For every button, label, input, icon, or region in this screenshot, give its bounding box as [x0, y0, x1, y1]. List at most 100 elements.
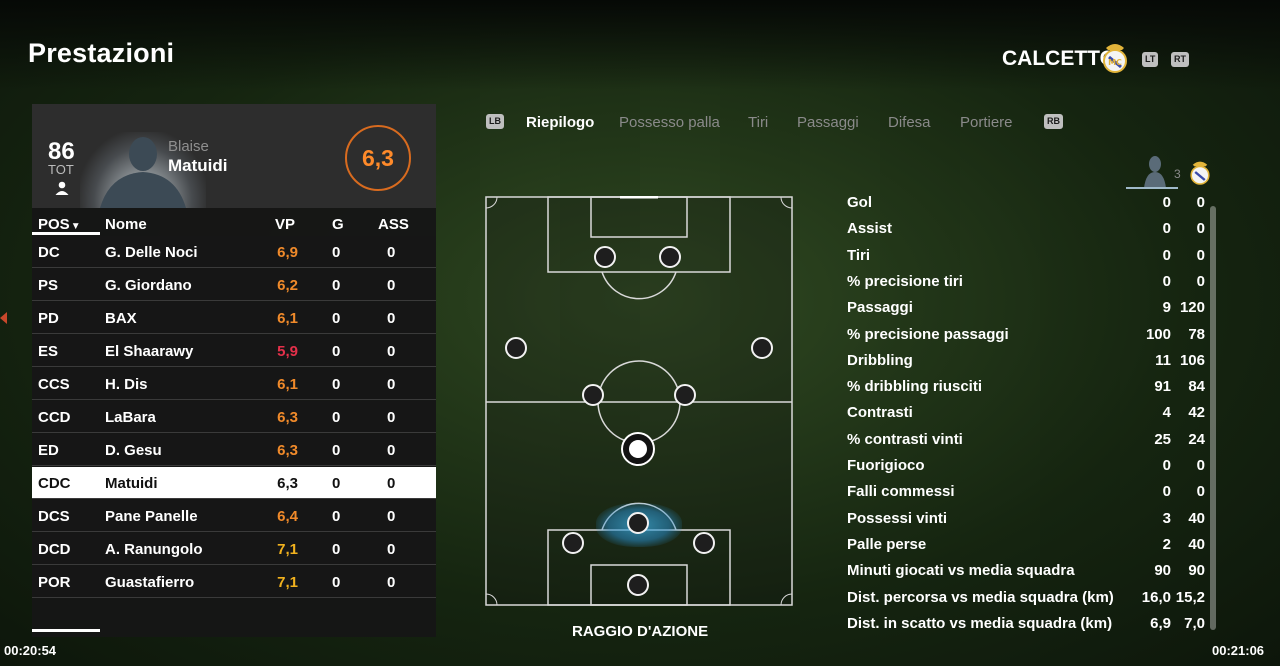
- row-assists: 0: [387, 409, 396, 426]
- stat-team-value: 0: [1196, 194, 1205, 211]
- table-row[interactable]: DC G. Delle Noci 6,9 0 0: [32, 236, 436, 268]
- table-row[interactable]: ES El Shaarawy 5,9 0 0: [32, 335, 436, 367]
- tab-difesa[interactable]: Difesa: [888, 114, 931, 131]
- team-header: CALCETTO MC LT RT: [980, 38, 1280, 82]
- player-dot: [751, 337, 773, 359]
- stat-label: Tiri: [847, 246, 871, 264]
- stat-team-value: 120: [1179, 299, 1205, 317]
- lt-button-icon[interactable]: LT: [1142, 52, 1159, 67]
- row-position: ED: [38, 442, 59, 459]
- table-row[interactable]: CCD LaBara 6,3 0 0: [32, 401, 436, 433]
- tab-riepilogo[interactable]: Riepilogo: [526, 114, 594, 131]
- stat-label: Minuti giocati vs media squadra: [847, 562, 1075, 580]
- row-player-name: G. Delle Noci: [105, 244, 198, 261]
- row-assists: 0: [387, 574, 396, 591]
- stat-player-value: 0: [1162, 483, 1171, 501]
- row-position: CCD: [38, 409, 71, 426]
- player-dot: [627, 512, 649, 534]
- table-row[interactable]: PD BAX 6,1 0 0: [32, 302, 436, 334]
- stat-row: % precisione tiri 0 0: [847, 267, 1209, 293]
- row-goals: 0: [332, 541, 341, 558]
- table-row[interactable]: DCS Pane Panelle 6,4 0 0: [32, 500, 436, 532]
- stat-tabs: LB Riepilogo Possesso palla Tiri Passagg…: [486, 112, 1086, 134]
- table-row[interactable]: ED D. Gesu 6,3 0 0: [32, 434, 436, 466]
- stat-team-value: 84: [1188, 378, 1205, 396]
- stat-player-value: 90: [1154, 562, 1171, 580]
- stat-label: % contrasti vinti: [847, 430, 963, 448]
- tab-passaggi[interactable]: Passaggi: [797, 114, 859, 131]
- row-rating: 7,1: [277, 574, 298, 591]
- stat-player-value: 16,0: [1141, 588, 1171, 606]
- player-dot: [582, 384, 604, 406]
- player-dot: [627, 574, 649, 596]
- stat-player-value: 25: [1154, 430, 1171, 448]
- stat-row: Assist 0 0: [847, 214, 1209, 240]
- row-goals: 0: [332, 442, 341, 459]
- stat-player-value: 0: [1162, 457, 1171, 474]
- selected-player-dot: [623, 434, 653, 464]
- col-pos[interactable]: POS▼: [38, 216, 81, 233]
- stat-team-value: 40: [1188, 509, 1205, 527]
- row-player-name: A. Ranungolo: [105, 541, 203, 558]
- col-ass: ASS: [378, 216, 409, 233]
- stat-player-value: 6,9: [1150, 614, 1171, 632]
- stat-label: Passaggi: [847, 299, 913, 317]
- row-position: CCS: [38, 376, 70, 393]
- stat-player-value: 0: [1162, 220, 1171, 238]
- col-name: Nome: [105, 216, 147, 233]
- row-assists: 0: [387, 508, 396, 525]
- row-rating: 7,1: [277, 541, 298, 558]
- stat-team-value: 78: [1188, 325, 1205, 343]
- row-assists: 0: [387, 277, 396, 294]
- table-row[interactable]: PS G. Giordano 6,2 0 0: [32, 269, 436, 301]
- row-position: PS: [38, 277, 59, 294]
- stat-player-value: 2: [1162, 535, 1171, 553]
- rb-button-icon[interactable]: RB: [1044, 114, 1063, 129]
- tab-tiri[interactable]: Tiri: [748, 114, 768, 131]
- table-row[interactable]: DCD A. Ranungolo 7,1 0 0: [32, 533, 436, 565]
- row-goals: 0: [332, 343, 341, 360]
- row-rating: 6,9: [277, 244, 298, 261]
- compare-count: 3: [1174, 167, 1181, 181]
- row-goals: 0: [332, 475, 341, 492]
- stat-team-value: 40: [1188, 535, 1205, 553]
- row-player-name: BAX: [105, 310, 137, 327]
- stats-scrollbar[interactable]: [1210, 206, 1216, 630]
- player-dot: [693, 532, 715, 554]
- tab-portiere[interactable]: Portiere: [960, 114, 1013, 131]
- row-assists: 0: [387, 541, 396, 558]
- stat-team-value: 106: [1179, 351, 1205, 369]
- table-row[interactable]: CDC Matuidi 6,3 0 0: [32, 467, 436, 499]
- stat-team-value: 15,2: [1175, 588, 1205, 606]
- row-player-name: Guastafierro: [105, 574, 195, 591]
- stat-row: Gol 0 0: [847, 188, 1209, 214]
- stat-player-value: 0: [1162, 272, 1171, 290]
- row-rating: 6,3: [277, 442, 298, 459]
- player-last-name: Matuidi: [168, 156, 228, 175]
- stat-row: % precisione passaggi 100 78: [847, 320, 1209, 346]
- row-position: DC: [38, 244, 60, 261]
- sort-arrow-icon: ▼: [70, 221, 81, 232]
- row-rating: 5,9: [277, 343, 298, 360]
- stat-row: Tiri 0 0: [847, 241, 1209, 267]
- row-assists: 0: [387, 310, 396, 327]
- row-rating: 6,1: [277, 310, 298, 327]
- lb-button-icon[interactable]: LB: [486, 114, 504, 129]
- sort-underline: [32, 232, 100, 235]
- rt-button-icon[interactable]: RT: [1171, 52, 1189, 67]
- row-rating: 6,3: [277, 475, 298, 492]
- player-dot: [674, 384, 696, 406]
- table-row[interactable]: POR Guastafierro 7,1 0 0: [32, 566, 436, 598]
- row-player-name: H. Dis: [105, 376, 148, 393]
- stat-row: Fuorigioco 0 0: [847, 451, 1209, 477]
- stat-row: Dist. percorsa vs media squadra (km) 16,0…: [847, 583, 1209, 609]
- row-assists: 0: [387, 475, 396, 492]
- table-row[interactable]: CCS H. Dis 6,1 0 0: [32, 368, 436, 400]
- player-dot: [659, 246, 681, 268]
- tab-possesso-palla[interactable]: Possesso palla: [619, 114, 720, 131]
- stat-label: Possessi vinti: [847, 509, 948, 527]
- stat-row: Minuti giocati vs media squadra 90 90: [847, 556, 1209, 582]
- row-position: CDC: [38, 475, 71, 492]
- stat-label: % precisione tiri: [847, 272, 963, 290]
- row-assists: 0: [387, 442, 396, 459]
